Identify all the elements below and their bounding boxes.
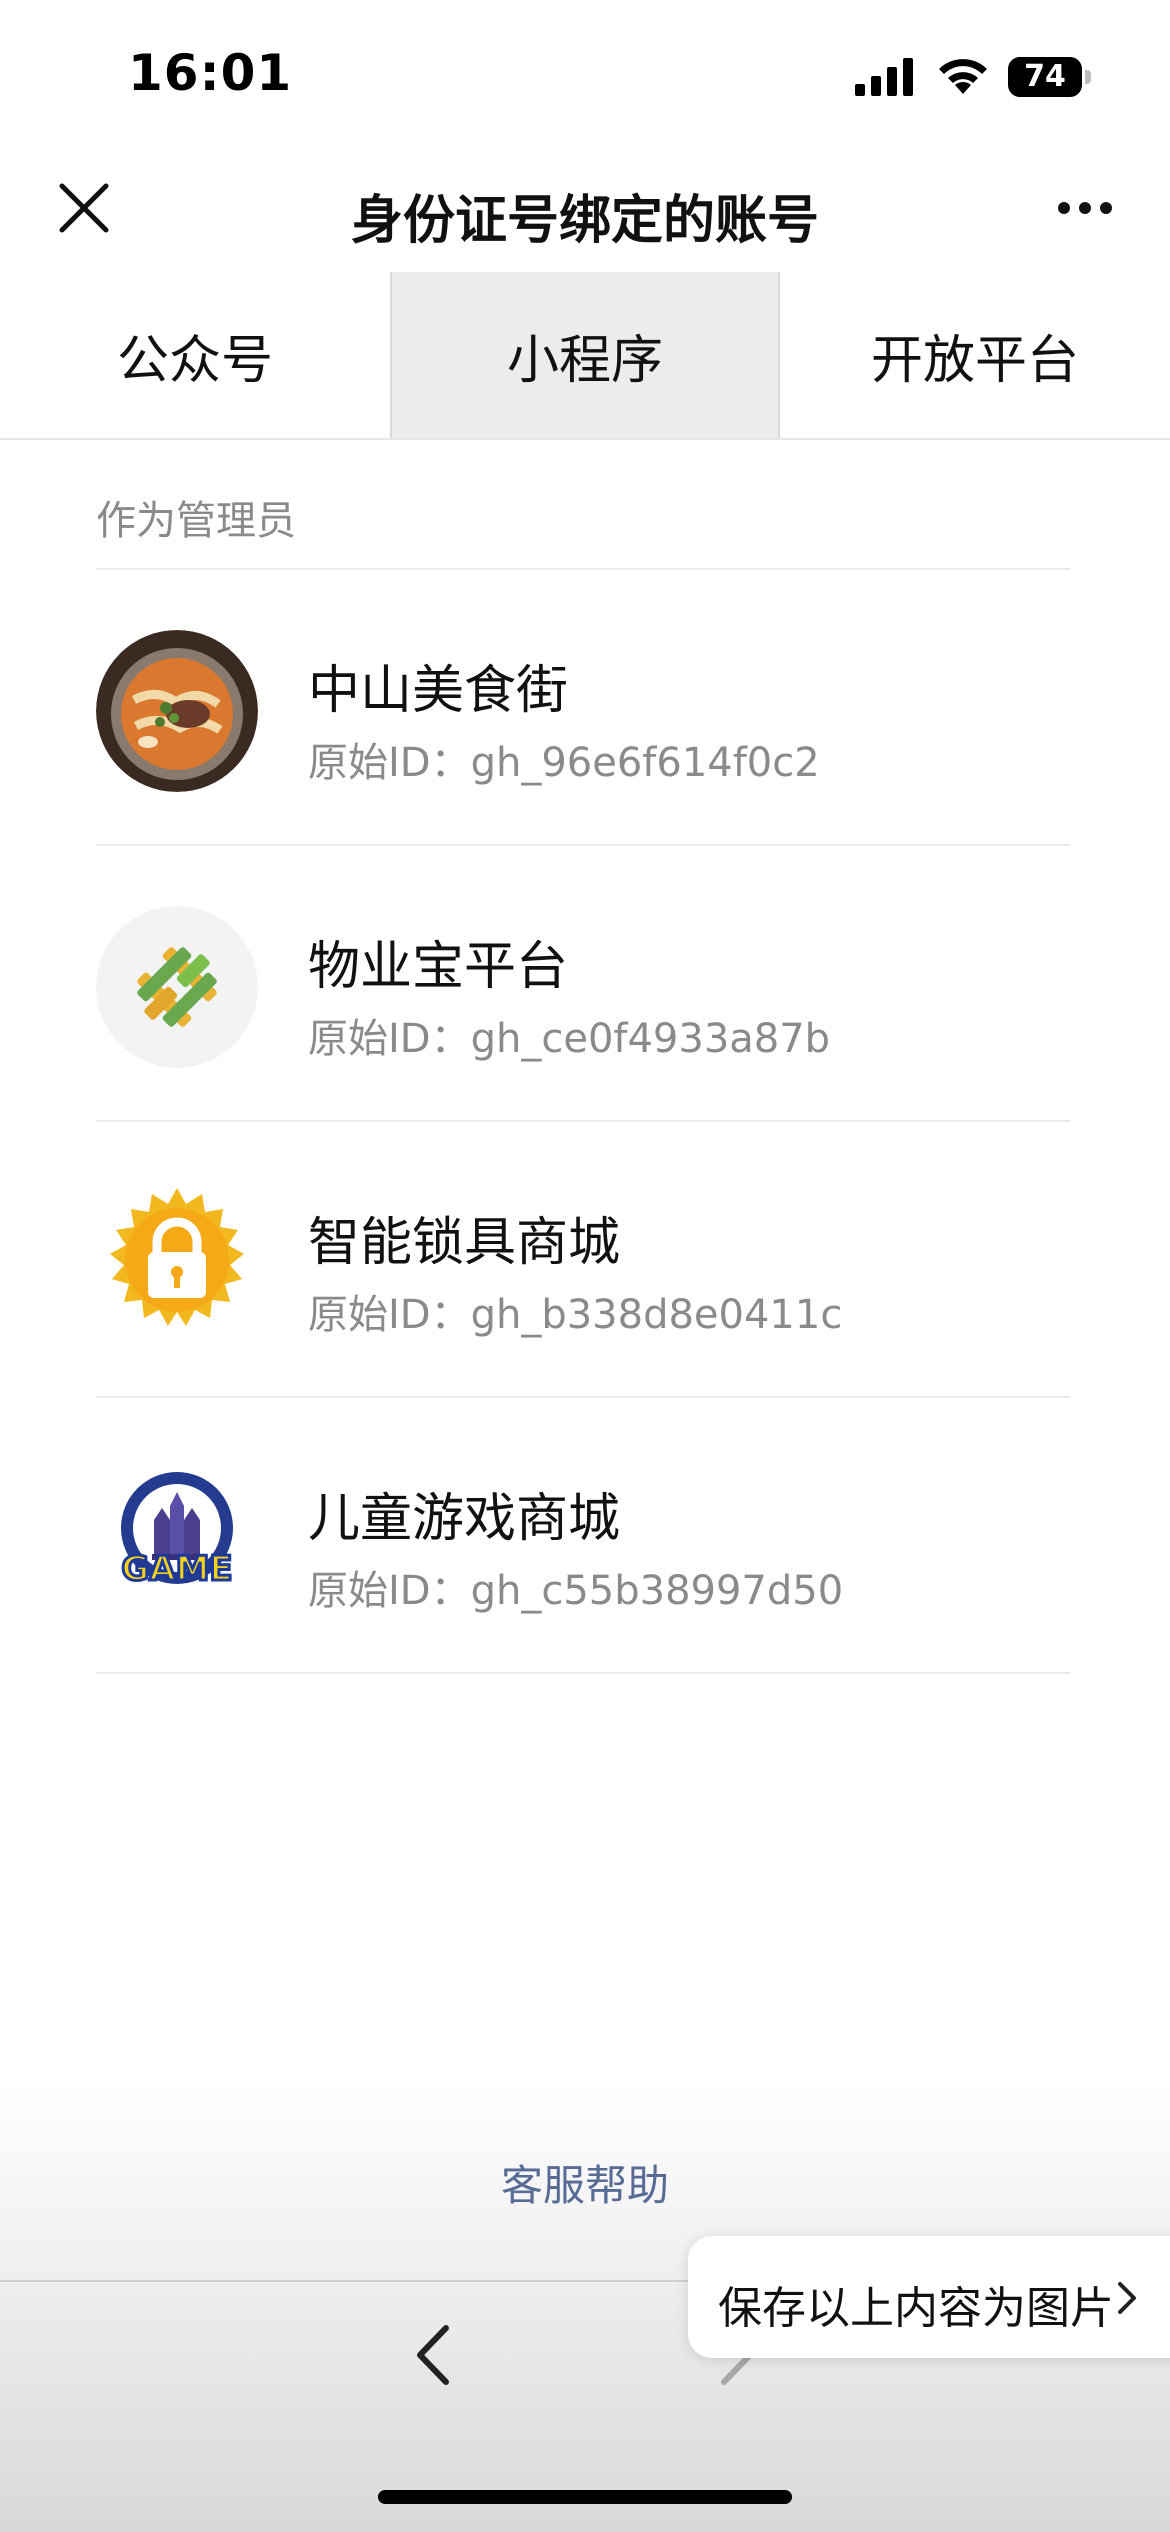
customer-service-help-link[interactable]: 客服帮助 xyxy=(0,2152,1170,2213)
woven-logo-avatar xyxy=(96,906,258,1068)
item-name: 物业宝平台 xyxy=(308,937,569,997)
status-time: 16:01 xyxy=(128,44,293,102)
section-label: 作为管理员 xyxy=(96,498,296,544)
save-as-image-label: 保存以上内容为图片 xyxy=(718,2283,1114,2334)
item-name: 智能锁具商城 xyxy=(308,1213,621,1273)
food-bowl-avatar xyxy=(96,630,258,792)
tab-mini-programs[interactable]: 小程序 xyxy=(390,272,780,438)
back-arrow-icon[interactable] xyxy=(408,2320,458,2390)
item-id: 原始ID：gh_c55b38997d50 xyxy=(308,1568,844,1614)
item-name: 中山美食街 xyxy=(308,661,569,721)
tab-official-accounts[interactable]: 公众号 xyxy=(0,272,390,438)
save-as-image-button[interactable]: 保存以上内容为图片 xyxy=(688,2236,1170,2358)
home-indicator xyxy=(378,2490,792,2504)
item-id: 原始ID：gh_b338d8e0411c xyxy=(308,1292,843,1338)
wifi-icon xyxy=(939,59,987,94)
chevron-right-icon xyxy=(1118,2282,1136,2314)
lock-badge-avatar xyxy=(96,1182,258,1344)
item-name: 儿童游戏商城 xyxy=(308,1489,621,1549)
battery-level: 74 xyxy=(1024,59,1066,94)
item-id: 原始ID：gh_96e6f614f0c2 xyxy=(308,740,820,786)
list-item[interactable]: GAME 儿童游戏商城 原始ID：gh_c55b38997d50 xyxy=(96,1398,1070,1674)
list-item[interactable]: 物业宝平台 原始ID：gh_ce0f4933a87b xyxy=(96,846,1070,1122)
game-logo-text: GAME xyxy=(121,1549,232,1589)
more-icon[interactable] xyxy=(1056,198,1114,218)
battery-cap xyxy=(1085,70,1091,84)
tab-bar: 公众号 小程序 开放平台 xyxy=(0,272,1170,440)
page-title: 身份证号绑定的账号 xyxy=(350,191,819,251)
item-id: 原始ID：gh_ce0f4933a87b xyxy=(308,1016,831,1062)
game-castle-avatar: GAME xyxy=(96,1458,258,1620)
list-item[interactable]: 智能锁具商城 原始ID：gh_b338d8e0411c xyxy=(96,1122,1070,1398)
divider xyxy=(96,1672,1070,1674)
tab-open-platform[interactable]: 开放平台 xyxy=(780,272,1170,438)
battery-icon: 74 xyxy=(1008,57,1092,97)
signal-icon xyxy=(855,58,913,96)
list-item[interactable]: 中山美食街 原始ID：gh_96e6f614f0c2 xyxy=(96,570,1070,846)
nav-bar: 身份证号绑定的账号 xyxy=(0,150,1170,270)
status-bar: 16:01 74 xyxy=(0,0,1170,150)
